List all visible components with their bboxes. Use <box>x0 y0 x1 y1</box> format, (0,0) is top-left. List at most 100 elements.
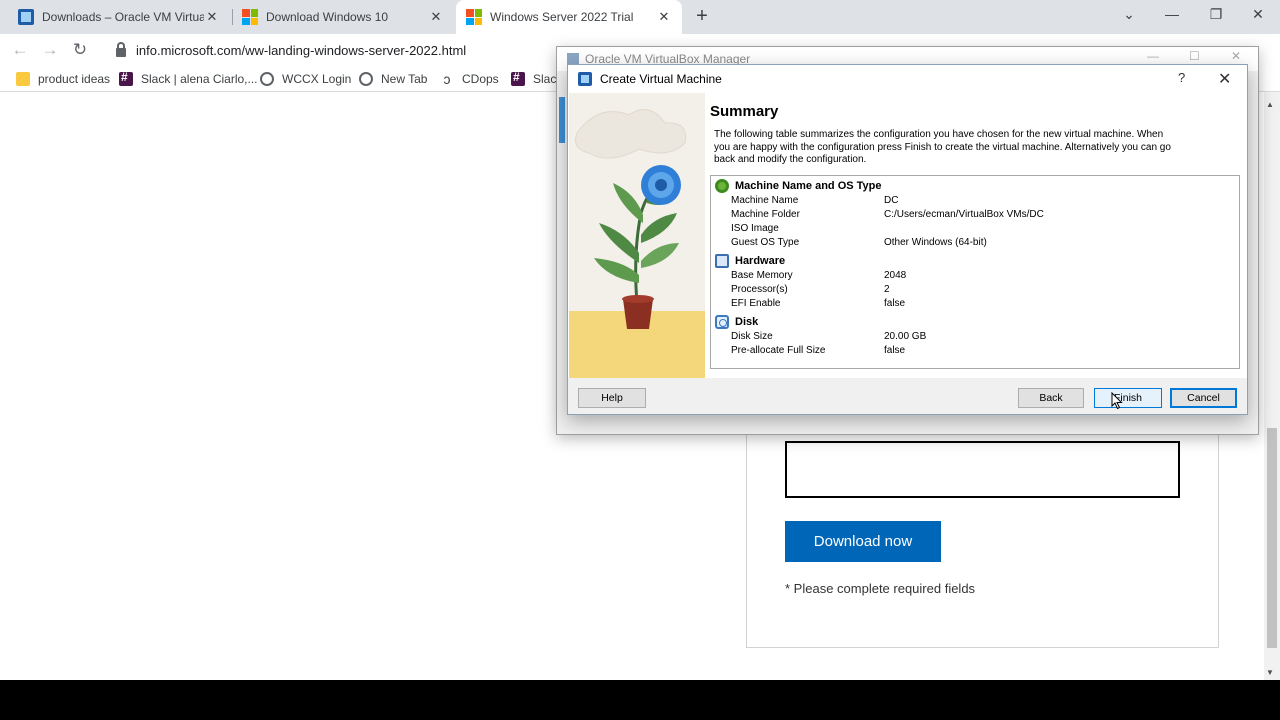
section-machine-name: Machine Name and OS Type <box>715 178 882 194</box>
lock-icon <box>116 41 126 57</box>
help-question-icon[interactable]: ? <box>1178 70 1185 85</box>
configuration-summary-table: Machine Name and OS Type Machine Name DC… <box>710 175 1240 369</box>
url-text: info.microsoft.com/ww-landing-windows-se… <box>136 42 467 58</box>
tab-virtualbox-downloads[interactable]: Downloads – Oracle VM VirtualBox ✕ <box>8 0 230 34</box>
section-title: Hardware <box>735 255 786 267</box>
required-fields-note: * Please complete required fields <box>785 581 976 596</box>
new-tab-plus-icon[interactable]: + <box>690 4 714 28</box>
tab-title: Windows Server 2022 Trial <box>490 10 634 24</box>
gear-icon <box>715 179 729 193</box>
table-row: Base Memory 2048 <box>731 270 1231 284</box>
table-row: EFI Enable false <box>731 298 1231 312</box>
bottom-black-bar <box>0 680 1280 720</box>
bookmark-cdops[interactable]: ↄ CDops <box>440 70 499 88</box>
restore-icon[interactable]: ❐ <box>1194 0 1238 30</box>
table-row: Disk Size 20.00 GB <box>731 331 1231 345</box>
bookmark-label: CDops <box>462 72 499 86</box>
reload-icon[interactable]: ↻ <box>68 38 92 62</box>
bookmark-label: WCCX Login <box>282 72 352 86</box>
row-key: Guest OS Type <box>731 237 800 248</box>
tab-windows-server-2022[interactable]: Windows Server 2022 Trial ✕ <box>456 0 682 34</box>
table-row: Guest OS Type Other Windows (64-bit) <box>731 237 1231 251</box>
minimize-icon[interactable]: — <box>1147 49 1159 63</box>
dialog-titlebar: Create Virtual Machine ? ✕ <box>568 65 1247 93</box>
finish-button[interactable]: Finish <box>1094 388 1162 408</box>
row-value: Other Windows (64-bit) <box>884 237 987 248</box>
table-row: ISO Image <box>731 223 1231 237</box>
dialog-title: Create Virtual Machine <box>600 72 722 86</box>
cdops-icon: ↄ <box>443 71 451 87</box>
back-button[interactable]: Back <box>1018 388 1084 408</box>
section-title: Machine Name and OS Type <box>735 180 882 192</box>
minimize-icon[interactable]: — <box>1150 0 1194 30</box>
close-icon[interactable]: ✕ <box>204 9 220 25</box>
help-button[interactable]: Help <box>578 388 646 408</box>
window-close-icon[interactable]: ✕ <box>1236 0 1280 30</box>
table-row: Processor(s) 2 <box>731 284 1231 298</box>
section-title: Disk <box>735 316 759 328</box>
table-row: Machine Folder C:/Users/ecman/VirtualBox… <box>731 209 1231 223</box>
tab-search-chevron-icon[interactable]: ⌄ <box>1107 0 1151 30</box>
dialog-body: Summary The following table summarizes t… <box>568 93 1247 378</box>
row-key: Machine Folder <box>731 209 800 220</box>
row-key: Disk Size <box>731 331 773 342</box>
row-value: C:/Users/ecman/VirtualBox VMs/DC <box>884 209 1044 220</box>
summary-heading: Summary <box>710 103 779 120</box>
globe-icon <box>260 72 274 86</box>
back-arrow-icon[interactable]: ← <box>8 38 32 62</box>
slack-icon <box>119 70 133 86</box>
bookmark-label: Slack | alena Ciarlo,... <box>141 72 258 86</box>
scroll-down-arrow-icon[interactable]: ▼ <box>1266 668 1274 677</box>
download-now-button[interactable]: Download now <box>785 521 941 562</box>
virtualbox-favicon-icon <box>18 9 34 25</box>
bookmark-product-ideas[interactable]: product ideas <box>16 70 110 88</box>
table-row: Machine Name DC <box>731 195 1231 209</box>
summary-description: The following table summarizes the confi… <box>714 129 1171 165</box>
row-value: false <box>884 345 906 356</box>
bookmark-label: New Tab <box>381 72 428 86</box>
bookmark-label: product ideas <box>38 72 111 86</box>
row-value: DC <box>884 195 899 206</box>
close-icon[interactable]: ✕ <box>1231 49 1241 63</box>
bookmark-wccx-login[interactable]: WCCX Login <box>260 70 351 88</box>
chip-icon <box>715 254 729 268</box>
scroll-up-arrow-icon[interactable]: ▲ <box>1266 100 1274 109</box>
row-key: Pre-allocate Full Size <box>731 345 826 356</box>
tab-download-windows-10[interactable]: Download Windows 10 ✕ <box>232 0 454 34</box>
table-row: Pre-allocate Full Size false <box>731 345 1231 359</box>
row-key: Machine Name <box>731 195 799 206</box>
bookmark-new-tab[interactable]: New Tab <box>359 70 427 88</box>
globe-icon <box>359 72 373 86</box>
scrollbar-thumb[interactable] <box>1267 428 1277 648</box>
section-hardware: Hardware <box>715 253 785 269</box>
cancel-button[interactable]: Cancel <box>1170 388 1237 408</box>
create-vm-dialog: Create Virtual Machine ? ✕ Summary The f… <box>567 64 1248 415</box>
folder-icon <box>16 72 30 86</box>
row-value: false <box>884 298 906 309</box>
dialog-close-icon[interactable]: ✕ <box>1218 69 1231 89</box>
row-value: 2 <box>884 284 890 295</box>
close-icon[interactable]: ✕ <box>428 9 444 25</box>
row-key: Base Memory <box>731 270 793 281</box>
microsoft-favicon-icon <box>466 9 482 25</box>
disk-icon <box>715 315 729 329</box>
microsoft-favicon-icon <box>242 9 258 25</box>
row-key: EFI Enable <box>731 298 781 309</box>
tab-title: Downloads – Oracle VM VirtualBox <box>42 10 204 24</box>
forward-arrow-icon[interactable]: → <box>38 38 62 62</box>
selected-vm-highlight <box>559 97 565 143</box>
row-value: 2048 <box>884 270 907 281</box>
row-value: 20.00 GB <box>884 331 927 342</box>
tab-strip: Downloads – Oracle VM VirtualBox ✕ Downl… <box>0 0 1280 34</box>
section-disk: Disk <box>715 314 758 330</box>
close-icon[interactable]: ✕ <box>656 9 672 25</box>
bookmark-slack-alena[interactable]: Slack | alena Ciarlo,... <box>119 70 258 88</box>
maximize-icon[interactable]: ☐ <box>1189 49 1200 63</box>
row-key: ISO Image <box>731 223 779 234</box>
form-text-field[interactable] <box>785 441 1180 498</box>
address-bar[interactable]: info.microsoft.com/ww-landing-windows-se… <box>104 37 564 63</box>
tab-title: Download Windows 10 <box>266 10 389 24</box>
row-key: Processor(s) <box>731 284 788 295</box>
flower-pot-illustration <box>569 93 705 378</box>
bookmark-slack[interactable]: Slack <box>511 70 562 88</box>
